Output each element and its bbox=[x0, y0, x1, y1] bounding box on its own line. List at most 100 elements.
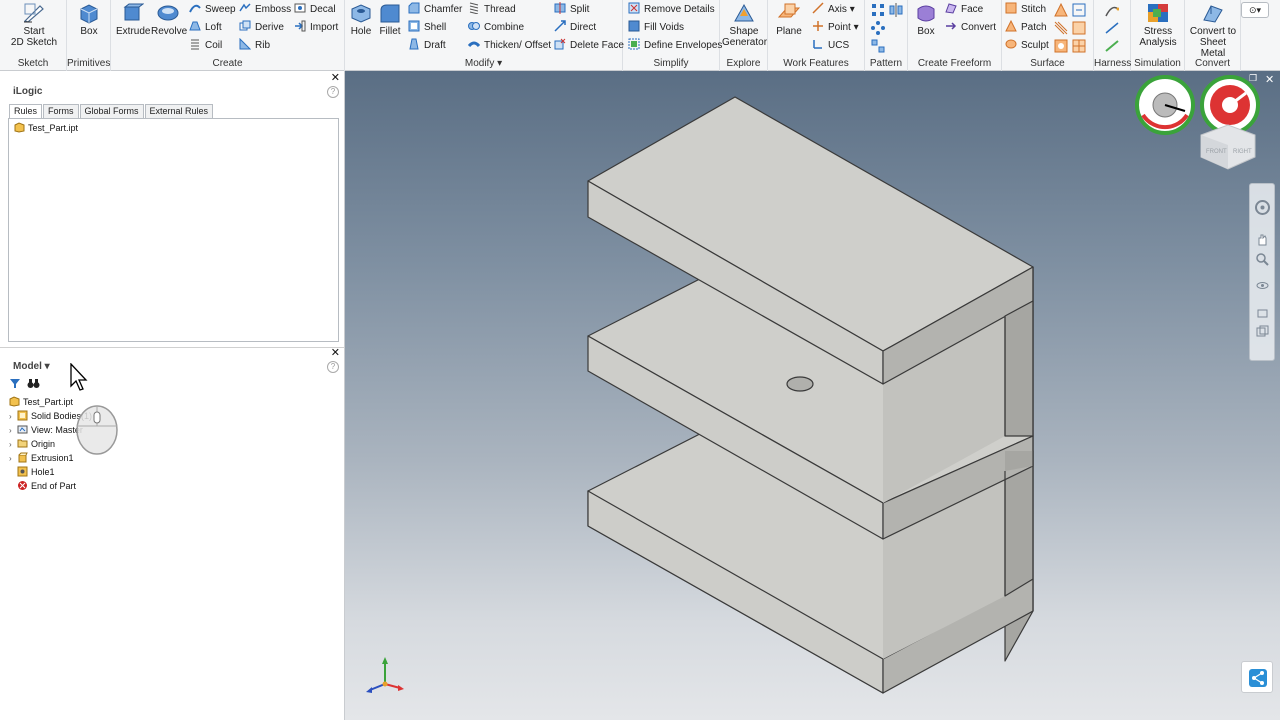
thread-button[interactable]: Thread bbox=[468, 2, 516, 18]
hole-icon bbox=[351, 4, 371, 23]
delete-face-button[interactable]: Delete Face bbox=[554, 38, 624, 54]
fit-mesh-face-icon[interactable] bbox=[1072, 39, 1086, 53]
circular-pattern-icon[interactable] bbox=[871, 21, 885, 35]
fill-voids-button[interactable]: Fill Voids bbox=[628, 20, 684, 36]
filter-icon[interactable] bbox=[9, 378, 21, 389]
close-model-icon[interactable]: ✕ bbox=[331, 346, 340, 359]
expand-icon[interactable]: › bbox=[9, 438, 17, 451]
full-navigation-wheel-icon[interactable] bbox=[1135, 75, 1195, 135]
zoom-icon[interactable] bbox=[1256, 253, 1269, 266]
share-view-button[interactable] bbox=[1241, 661, 1273, 693]
rule-item-test-part[interactable]: Test_Part.ipt bbox=[14, 122, 78, 135]
patch-button[interactable]: Patch bbox=[1005, 20, 1047, 36]
viewport-restore-icon[interactable]: ❐ bbox=[1249, 73, 1257, 84]
combine-button[interactable]: Combine bbox=[468, 20, 524, 36]
fillet-button[interactable]: Fillet bbox=[376, 2, 404, 37]
viewport-close-icon[interactable]: ✕ bbox=[1265, 73, 1274, 86]
help-icon[interactable]: ? bbox=[327, 86, 339, 98]
modify-group-label[interactable]: Modify ▾ bbox=[345, 58, 622, 69]
mirror-icon[interactable] bbox=[889, 3, 903, 17]
replace-face-icon[interactable] bbox=[1072, 21, 1086, 35]
decal-button[interactable]: Decal bbox=[294, 2, 336, 18]
orbit-icon[interactable] bbox=[1256, 279, 1269, 292]
loft-icon bbox=[189, 21, 201, 31]
box-primitive-button[interactable]: Box bbox=[75, 2, 103, 37]
ucs-button[interactable]: UCS bbox=[812, 38, 849, 54]
remove-details-label: Remove Details bbox=[644, 4, 715, 15]
emboss-button[interactable]: Emboss bbox=[239, 2, 291, 18]
tree-root-part[interactable]: Test_Part.ipt bbox=[9, 396, 73, 409]
define-envelopes-button[interactable]: Define Envelopes bbox=[628, 38, 722, 54]
loft-button[interactable]: Loft bbox=[189, 20, 222, 36]
shape-generator-button[interactable]: Shape Generator bbox=[722, 2, 767, 48]
extend-surface-icon[interactable] bbox=[1072, 3, 1086, 17]
expand-icon[interactable]: › bbox=[9, 410, 17, 423]
rib-button[interactable]: Rib bbox=[239, 38, 270, 54]
ruled-surface-icon[interactable] bbox=[1054, 21, 1068, 35]
viewcube-right-label: RIGHT bbox=[1233, 149, 1252, 155]
plane-button[interactable]: Plane bbox=[774, 2, 804, 37]
tab-external-rules[interactable]: External Rules bbox=[144, 104, 214, 118]
rectangular-pattern-icon[interactable] bbox=[871, 3, 885, 17]
pan-icon[interactable] bbox=[1256, 233, 1269, 246]
sculpt-button[interactable]: Sculpt bbox=[1005, 38, 1049, 54]
tab-rules[interactable]: Rules bbox=[9, 104, 43, 118]
repair-bodies-icon[interactable] bbox=[1054, 39, 1068, 53]
start-2d-sketch-button[interactable]: Start 2D Sketch bbox=[8, 2, 60, 48]
harness-segment-icon[interactable] bbox=[1105, 39, 1119, 53]
find-binoculars-icon[interactable] bbox=[27, 378, 40, 389]
axis-button[interactable]: Axis ▾ bbox=[812, 2, 855, 18]
import-label: Import bbox=[310, 22, 339, 33]
tab-forms[interactable]: Forms bbox=[43, 104, 79, 118]
hole-button[interactable]: Hole bbox=[348, 2, 374, 37]
viewcube-icon[interactable]: FRONT RIGHT bbox=[1197, 123, 1259, 171]
graphics-viewport[interactable]: FRONT RIGHT ✕ ❐ bbox=[345, 71, 1280, 720]
derive-button[interactable]: Derive bbox=[239, 20, 284, 36]
part-icon bbox=[9, 396, 20, 407]
shell-button[interactable]: Shell bbox=[408, 20, 446, 36]
import-button[interactable]: Import bbox=[294, 20, 338, 36]
thicken-offset-button[interactable]: Thicken/ Offset bbox=[468, 38, 551, 54]
convert-sheet-metal-button[interactable]: Convert to Sheet Metal bbox=[1187, 2, 1239, 59]
look-at-icon[interactable] bbox=[1256, 307, 1269, 320]
freeform-face-button[interactable]: Face bbox=[945, 2, 983, 18]
split-button[interactable]: Split bbox=[554, 2, 589, 18]
harness-route-icon[interactable] bbox=[1105, 3, 1119, 17]
tab-global-forms[interactable]: Global Forms bbox=[79, 104, 144, 118]
ribbon-options-button[interactable]: ⊙▾ bbox=[1241, 2, 1269, 18]
tree-item-view-master[interactable]: › View: Master bbox=[9, 424, 83, 437]
steering-wheel-icon[interactable] bbox=[1255, 200, 1270, 215]
tree-item-origin[interactable]: › Origin bbox=[9, 438, 55, 451]
expand-icon[interactable]: › bbox=[9, 452, 17, 465]
sweep-button[interactable]: Sweep bbox=[189, 2, 236, 18]
harness-wire-icon[interactable] bbox=[1105, 21, 1119, 35]
delete-face-label: Delete Face bbox=[570, 40, 624, 51]
tree-item-end-of-part[interactable]: End of Part bbox=[9, 480, 76, 493]
sketch-driven-pattern-icon[interactable] bbox=[871, 39, 885, 53]
remove-details-button[interactable]: Remove Details bbox=[628, 2, 715, 18]
trim-surface-icon[interactable] bbox=[1054, 3, 1068, 17]
point-button[interactable]: Point ▾ bbox=[812, 20, 859, 36]
revolve-button[interactable]: Revolve bbox=[151, 2, 187, 37]
help-icon[interactable]: ? bbox=[327, 361, 339, 373]
coil-button[interactable]: Coil bbox=[189, 38, 222, 54]
combine-icon bbox=[468, 22, 480, 30]
expand-icon[interactable]: › bbox=[9, 424, 17, 437]
tree-item-extrusion1[interactable]: › Extrusion1 bbox=[9, 452, 74, 465]
stitch-button[interactable]: Stitch bbox=[1005, 2, 1046, 18]
close-ilogic-icon[interactable]: ✕ bbox=[331, 71, 340, 84]
tree-item-hole1[interactable]: Hole1 bbox=[9, 466, 55, 479]
stress-analysis-button[interactable]: Stress Analysis bbox=[1134, 2, 1182, 48]
extrude-button[interactable]: Extrude bbox=[116, 2, 150, 37]
ilogic-title: iLogic bbox=[13, 86, 43, 97]
model-title-dropdown[interactable]: Model ▾ bbox=[13, 361, 50, 372]
combine-label: Combine bbox=[484, 22, 525, 33]
freeform-convert-button[interactable]: Convert bbox=[945, 20, 996, 36]
direct-button[interactable]: Direct bbox=[554, 20, 596, 36]
chamfer-button[interactable]: Chamfer bbox=[408, 2, 462, 18]
freeform-box-button[interactable]: Box bbox=[912, 2, 940, 37]
navigation-bar bbox=[1249, 183, 1275, 361]
part-model[interactable] bbox=[345, 71, 1280, 720]
view-face-icon[interactable] bbox=[1256, 325, 1269, 338]
draft-button[interactable]: Draft bbox=[408, 38, 446, 54]
